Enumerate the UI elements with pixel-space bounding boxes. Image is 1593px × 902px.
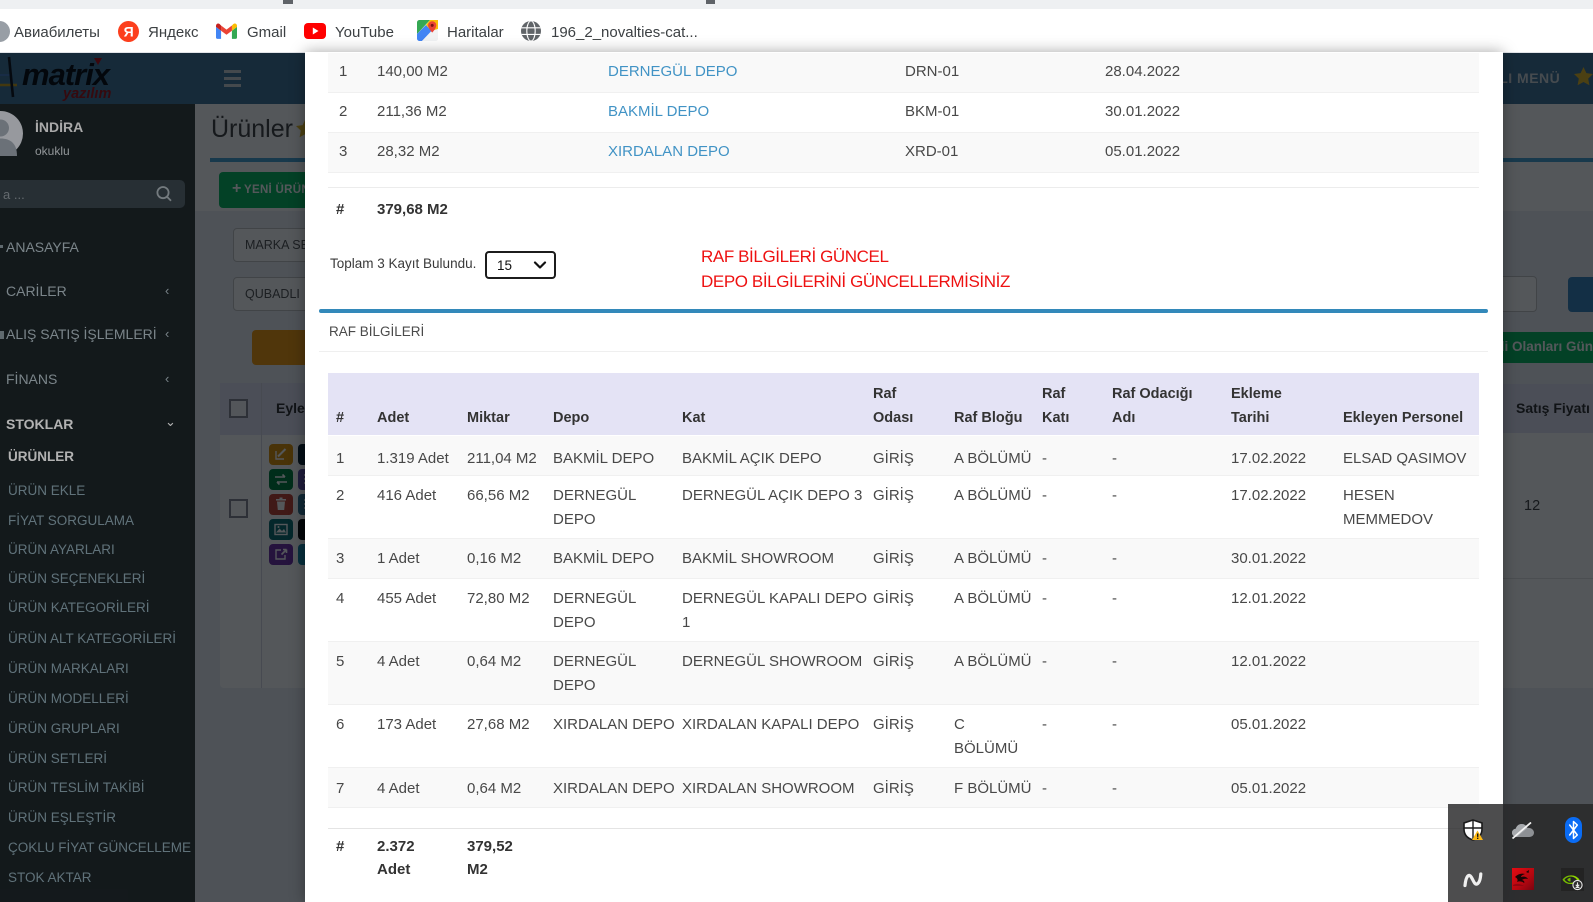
svg-text:Я: Я xyxy=(124,24,134,40)
